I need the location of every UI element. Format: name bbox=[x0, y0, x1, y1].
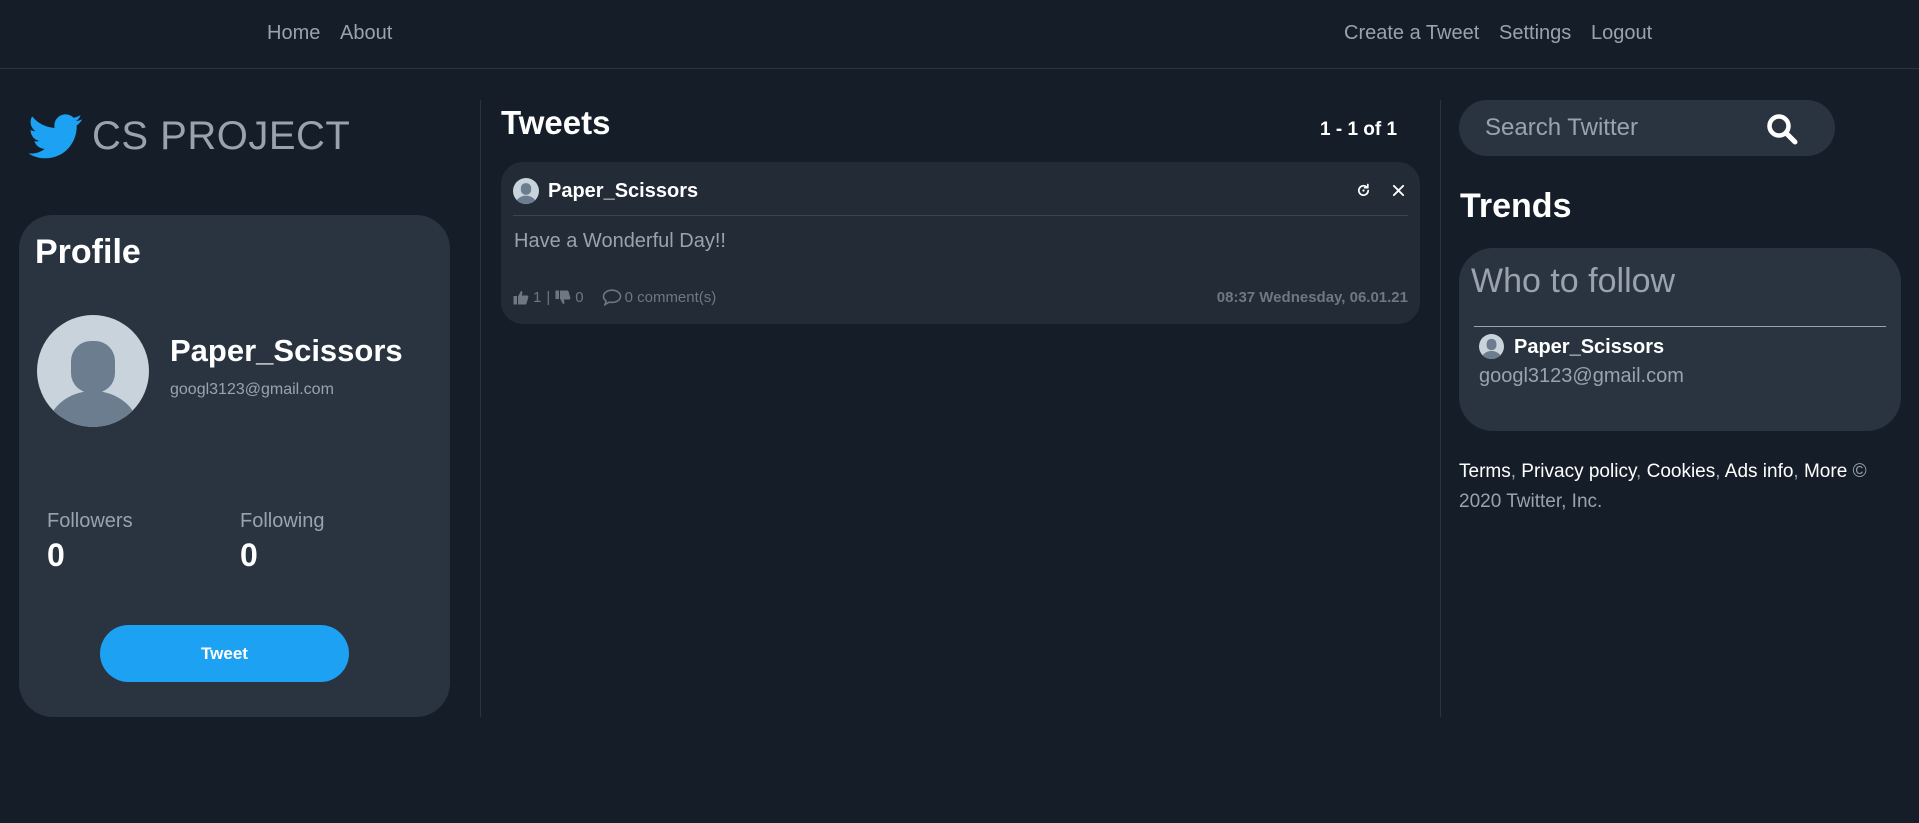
suggested-user-name[interactable]: Paper_Scissors bbox=[1514, 336, 1664, 359]
tweets-heading: Tweets bbox=[501, 104, 611, 141]
search-icon[interactable] bbox=[1765, 112, 1799, 146]
who-to-follow-heading: Who to follow bbox=[1471, 262, 1676, 300]
footer-privacy-link[interactable]: Privacy policy bbox=[1521, 461, 1636, 482]
column-divider bbox=[480, 100, 481, 717]
who-to-follow-card: Who to follow Paper_Scissors googl3123@g… bbox=[1459, 248, 1901, 431]
footer: Terms, Privacy policy, Cookies, Ads info… bbox=[1459, 461, 1867, 512]
followers-count[interactable]: 0 bbox=[47, 537, 65, 574]
footer-more-link[interactable]: More bbox=[1804, 461, 1847, 482]
twitter-bird-icon bbox=[28, 114, 83, 159]
reaction-separator: | bbox=[546, 289, 551, 306]
footer-cookies-link[interactable]: Cookies bbox=[1647, 461, 1716, 482]
tweet-username[interactable]: Paper_Scissors bbox=[548, 180, 698, 203]
profile-username: Paper_Scissors bbox=[170, 333, 403, 368]
tweet-divider bbox=[513, 215, 1408, 216]
pagination-status: 1 - 1 of 1 bbox=[1320, 119, 1398, 140]
suggested-user-email: googl3123@gmail.com bbox=[1479, 365, 1684, 387]
profile-heading: Profile bbox=[35, 233, 141, 271]
default-avatar-icon bbox=[515, 183, 537, 204]
avatar bbox=[37, 315, 149, 427]
footer-ads-link[interactable]: Ads info bbox=[1725, 461, 1794, 482]
who-to-follow-divider bbox=[1474, 326, 1886, 327]
tweet-card: Paper_Scissors Have a Wonderful Day!! 1 … bbox=[501, 162, 1420, 324]
nav-home-link[interactable]: Home bbox=[267, 22, 320, 45]
search-input[interactable] bbox=[1485, 112, 1755, 144]
refresh-icon[interactable] bbox=[1353, 180, 1373, 200]
avatar bbox=[1479, 334, 1504, 359]
top-navbar: Home About Create a Tweet Settings Logou… bbox=[0, 0, 1919, 69]
trends-heading: Trends bbox=[1460, 187, 1572, 225]
comment-icon[interactable] bbox=[602, 289, 622, 306]
followers-label: Followers bbox=[47, 510, 133, 532]
nav-create-tweet-link[interactable]: Create a Tweet bbox=[1344, 22, 1479, 45]
like-count: 1 bbox=[533, 289, 542, 306]
profile-card: Profile Paper_Scissors googl3123@gmail.c… bbox=[19, 215, 450, 717]
tweet-text: Have a Wonderful Day!! bbox=[514, 230, 726, 252]
close-icon[interactable] bbox=[1388, 180, 1408, 200]
search-box bbox=[1459, 100, 1835, 156]
thumbs-down-icon[interactable] bbox=[555, 290, 571, 305]
brand[interactable]: CS PROJECT bbox=[26, 108, 350, 164]
avatar bbox=[513, 178, 539, 204]
following-count[interactable]: 0 bbox=[240, 537, 258, 574]
following-label: Following bbox=[240, 510, 325, 532]
profile-email: googl3123@gmail.com bbox=[170, 381, 334, 398]
nav-about-link[interactable]: About bbox=[340, 22, 392, 45]
tweet-timestamp: 08:37 Wednesday, 06.01.21 bbox=[1216, 289, 1408, 306]
default-avatar-icon bbox=[47, 341, 139, 427]
brand-title: CS PROJECT bbox=[92, 113, 351, 158]
nav-settings-link[interactable]: Settings bbox=[1499, 22, 1571, 45]
tweet-button[interactable]: Tweet bbox=[100, 625, 349, 682]
dislike-count: 0 bbox=[575, 289, 584, 306]
nav-logout-link[interactable]: Logout bbox=[1591, 22, 1652, 45]
column-divider bbox=[1440, 100, 1441, 717]
default-avatar-icon bbox=[1481, 338, 1502, 359]
comment-count-link[interactable]: 0 comment(s) bbox=[625, 289, 717, 306]
tweet-reactions: 1 | 0 0 comment(s) bbox=[513, 289, 716, 306]
footer-terms-link[interactable]: Terms bbox=[1459, 461, 1511, 482]
thumbs-up-icon[interactable] bbox=[513, 290, 529, 305]
